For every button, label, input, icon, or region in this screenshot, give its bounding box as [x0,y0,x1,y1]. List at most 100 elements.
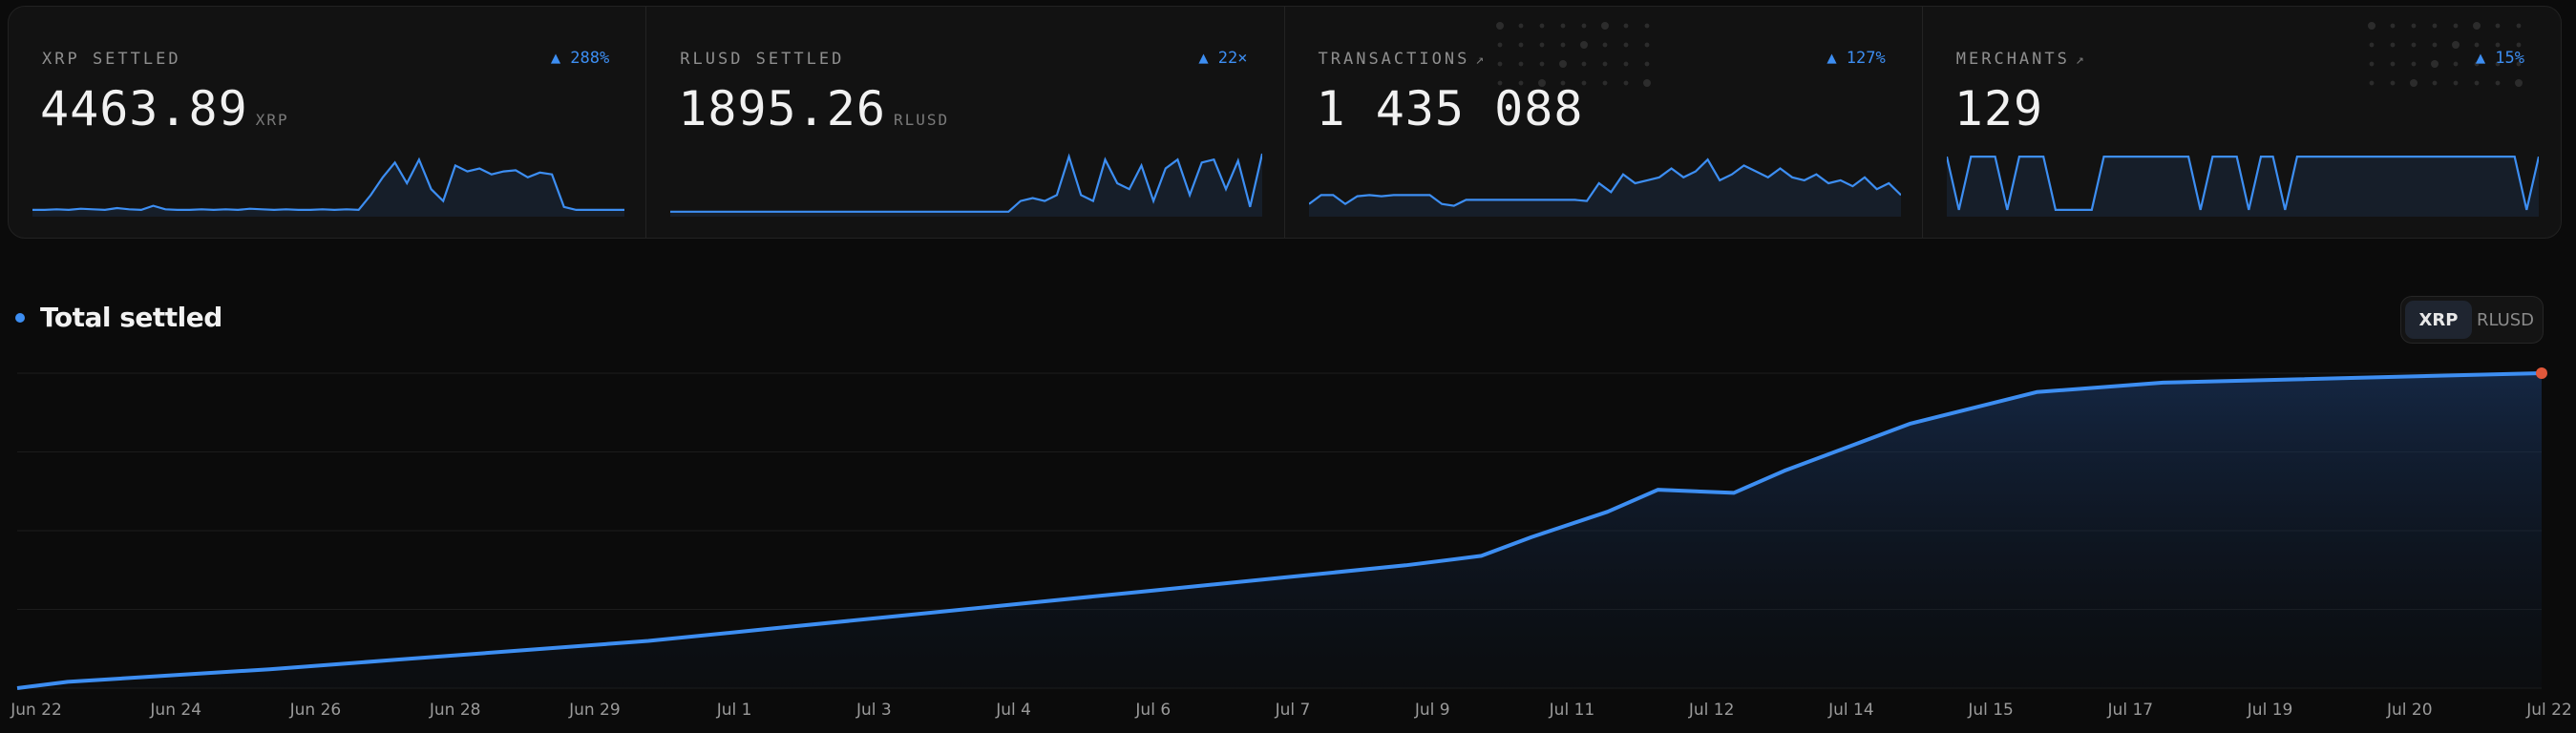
stat-change-badge: ▲ 15% [2475,49,2524,68]
dot [1560,23,1565,29]
stat-value: 4463.89 XRP [40,81,289,136]
x-tick-label: Jun 24 [149,701,201,720]
dot [1644,42,1649,48]
dot [1623,61,1628,67]
dot [1497,42,1502,48]
dot [1539,61,1544,67]
x-tick-label: Jun 28 [429,701,481,720]
dot [1518,23,1523,29]
x-tick-label: Jun 29 [568,701,621,720]
dot [2474,42,2480,48]
dot [2451,41,2460,49]
dot [1539,42,1544,48]
currency-toggle[interactable]: XRP RLUSD [2400,296,2544,344]
dot [2472,22,2481,30]
dot [2390,23,2396,29]
series-dot-icon [15,312,25,323]
x-tick-label: Jun 22 [10,701,62,720]
dot [1518,61,1523,67]
dot [2474,80,2480,86]
dot [2453,80,2459,86]
dot [2430,60,2439,68]
stat-label: RLUSD SETTLED [680,50,845,69]
total-settled-chart: Jun 22 Jun 24 Jun 26 Jun 28 Jun 29 Jul 1 Jul 3… [10,367,2572,720]
dot [2367,22,2375,30]
dot [1642,79,1651,87]
external-link-icon[interactable]: ↗ [1475,51,1484,68]
dot [2432,42,2438,48]
stat-label: XRP SETTLED [42,50,181,69]
stat-card-transactions[interactable]: TRANSACTIONS ↗ ▲ 127% 1 435 088 [1285,7,1923,238]
x-tick-label: Jul 9 [1414,701,1450,720]
dot [2453,61,2459,67]
sparkline-transactions [1308,157,1901,217]
sparkline-rlusd [670,153,1263,217]
dot [2390,80,2396,86]
x-tick-label: Jul 11 [1549,701,1595,720]
dot [1581,61,1586,67]
stat-card-merchants[interactable]: MERCHANTS ↗ ▲ 15% 129 [1923,7,2561,238]
dot [2514,79,2523,87]
stat-value: 129 [1953,81,2044,136]
dot [2411,23,2417,29]
stat-change-badge: ▲ 22× [1198,49,1248,68]
x-tick-label: Jul 12 [1688,701,1735,720]
x-tick-label: Jul 6 [1134,701,1171,720]
dot [2495,42,2501,48]
dot [1518,42,1523,48]
stat-unit: XRP [255,111,289,129]
dot [1623,42,1628,48]
x-tick-label: Jun 26 [289,701,342,720]
dot [1581,23,1586,29]
x-tick-label: Jul 14 [1827,701,1874,720]
dot [2495,23,2501,29]
dot [2453,23,2459,29]
stats-panel: XRP SETTLED ▲ 288% 4463.89 XRP RLUSD SETT… [8,6,2562,239]
dot [2390,42,2396,48]
dot [1560,42,1565,48]
stat-value: 1 435 088 [1316,81,1584,136]
dot [2409,79,2418,87]
dot [2516,23,2522,29]
dot [2369,80,2375,86]
stat-card-rlusd-settled: RLUSD SETTLED ▲ 22× 1895.26 RLUSD [646,7,1285,238]
toggle-rlusd-button[interactable]: RLUSD [2472,301,2539,339]
dot [2411,42,2417,48]
dot [1539,23,1544,29]
external-link-icon[interactable]: ↗ [2076,51,2084,68]
stat-card-xrp-settled: XRP SETTLED ▲ 288% 4463.89 XRP [9,7,647,238]
x-tick-label: Jul 17 [2107,701,2154,720]
dot [1602,42,1607,48]
x-tick-label: Jul 15 [1967,701,2014,720]
dot [2432,23,2438,29]
dot [1600,22,1609,30]
x-tick-label: Jul 19 [2247,701,2293,720]
dot [2432,80,2438,86]
stat-change-badge: ▲ 288% [550,49,610,68]
dot [2390,61,2396,67]
dot [2369,42,2375,48]
dot [1623,80,1628,86]
dot [1602,61,1607,67]
stat-label: TRANSACTIONS ↗ [1318,50,1485,69]
dot [2411,61,2417,67]
dot [1579,41,1588,49]
dot [2369,61,2375,67]
x-tick-label: Jul 20 [2386,701,2433,720]
sparkline-xrp [32,157,624,217]
dot [2495,80,2501,86]
stat-unit: RLUSD [893,111,950,129]
x-tick-label: Jul 4 [995,701,1031,720]
stat-label: MERCHANTS ↗ [1955,50,2084,69]
stat-value: 1895.26 RLUSD [678,81,950,136]
last-point-marker [2536,367,2547,379]
x-tick-label: Jul 7 [1275,701,1311,720]
dot [1644,23,1649,29]
dot [1602,80,1607,86]
toggle-xrp-button[interactable]: XRP [2405,301,2472,339]
x-tick-label: Jul 3 [855,701,892,720]
dot [1558,60,1567,68]
x-tick-label: Jul 22 [2525,701,2572,720]
dot [2516,42,2522,48]
x-tick-label: Jul 1 [716,701,752,720]
